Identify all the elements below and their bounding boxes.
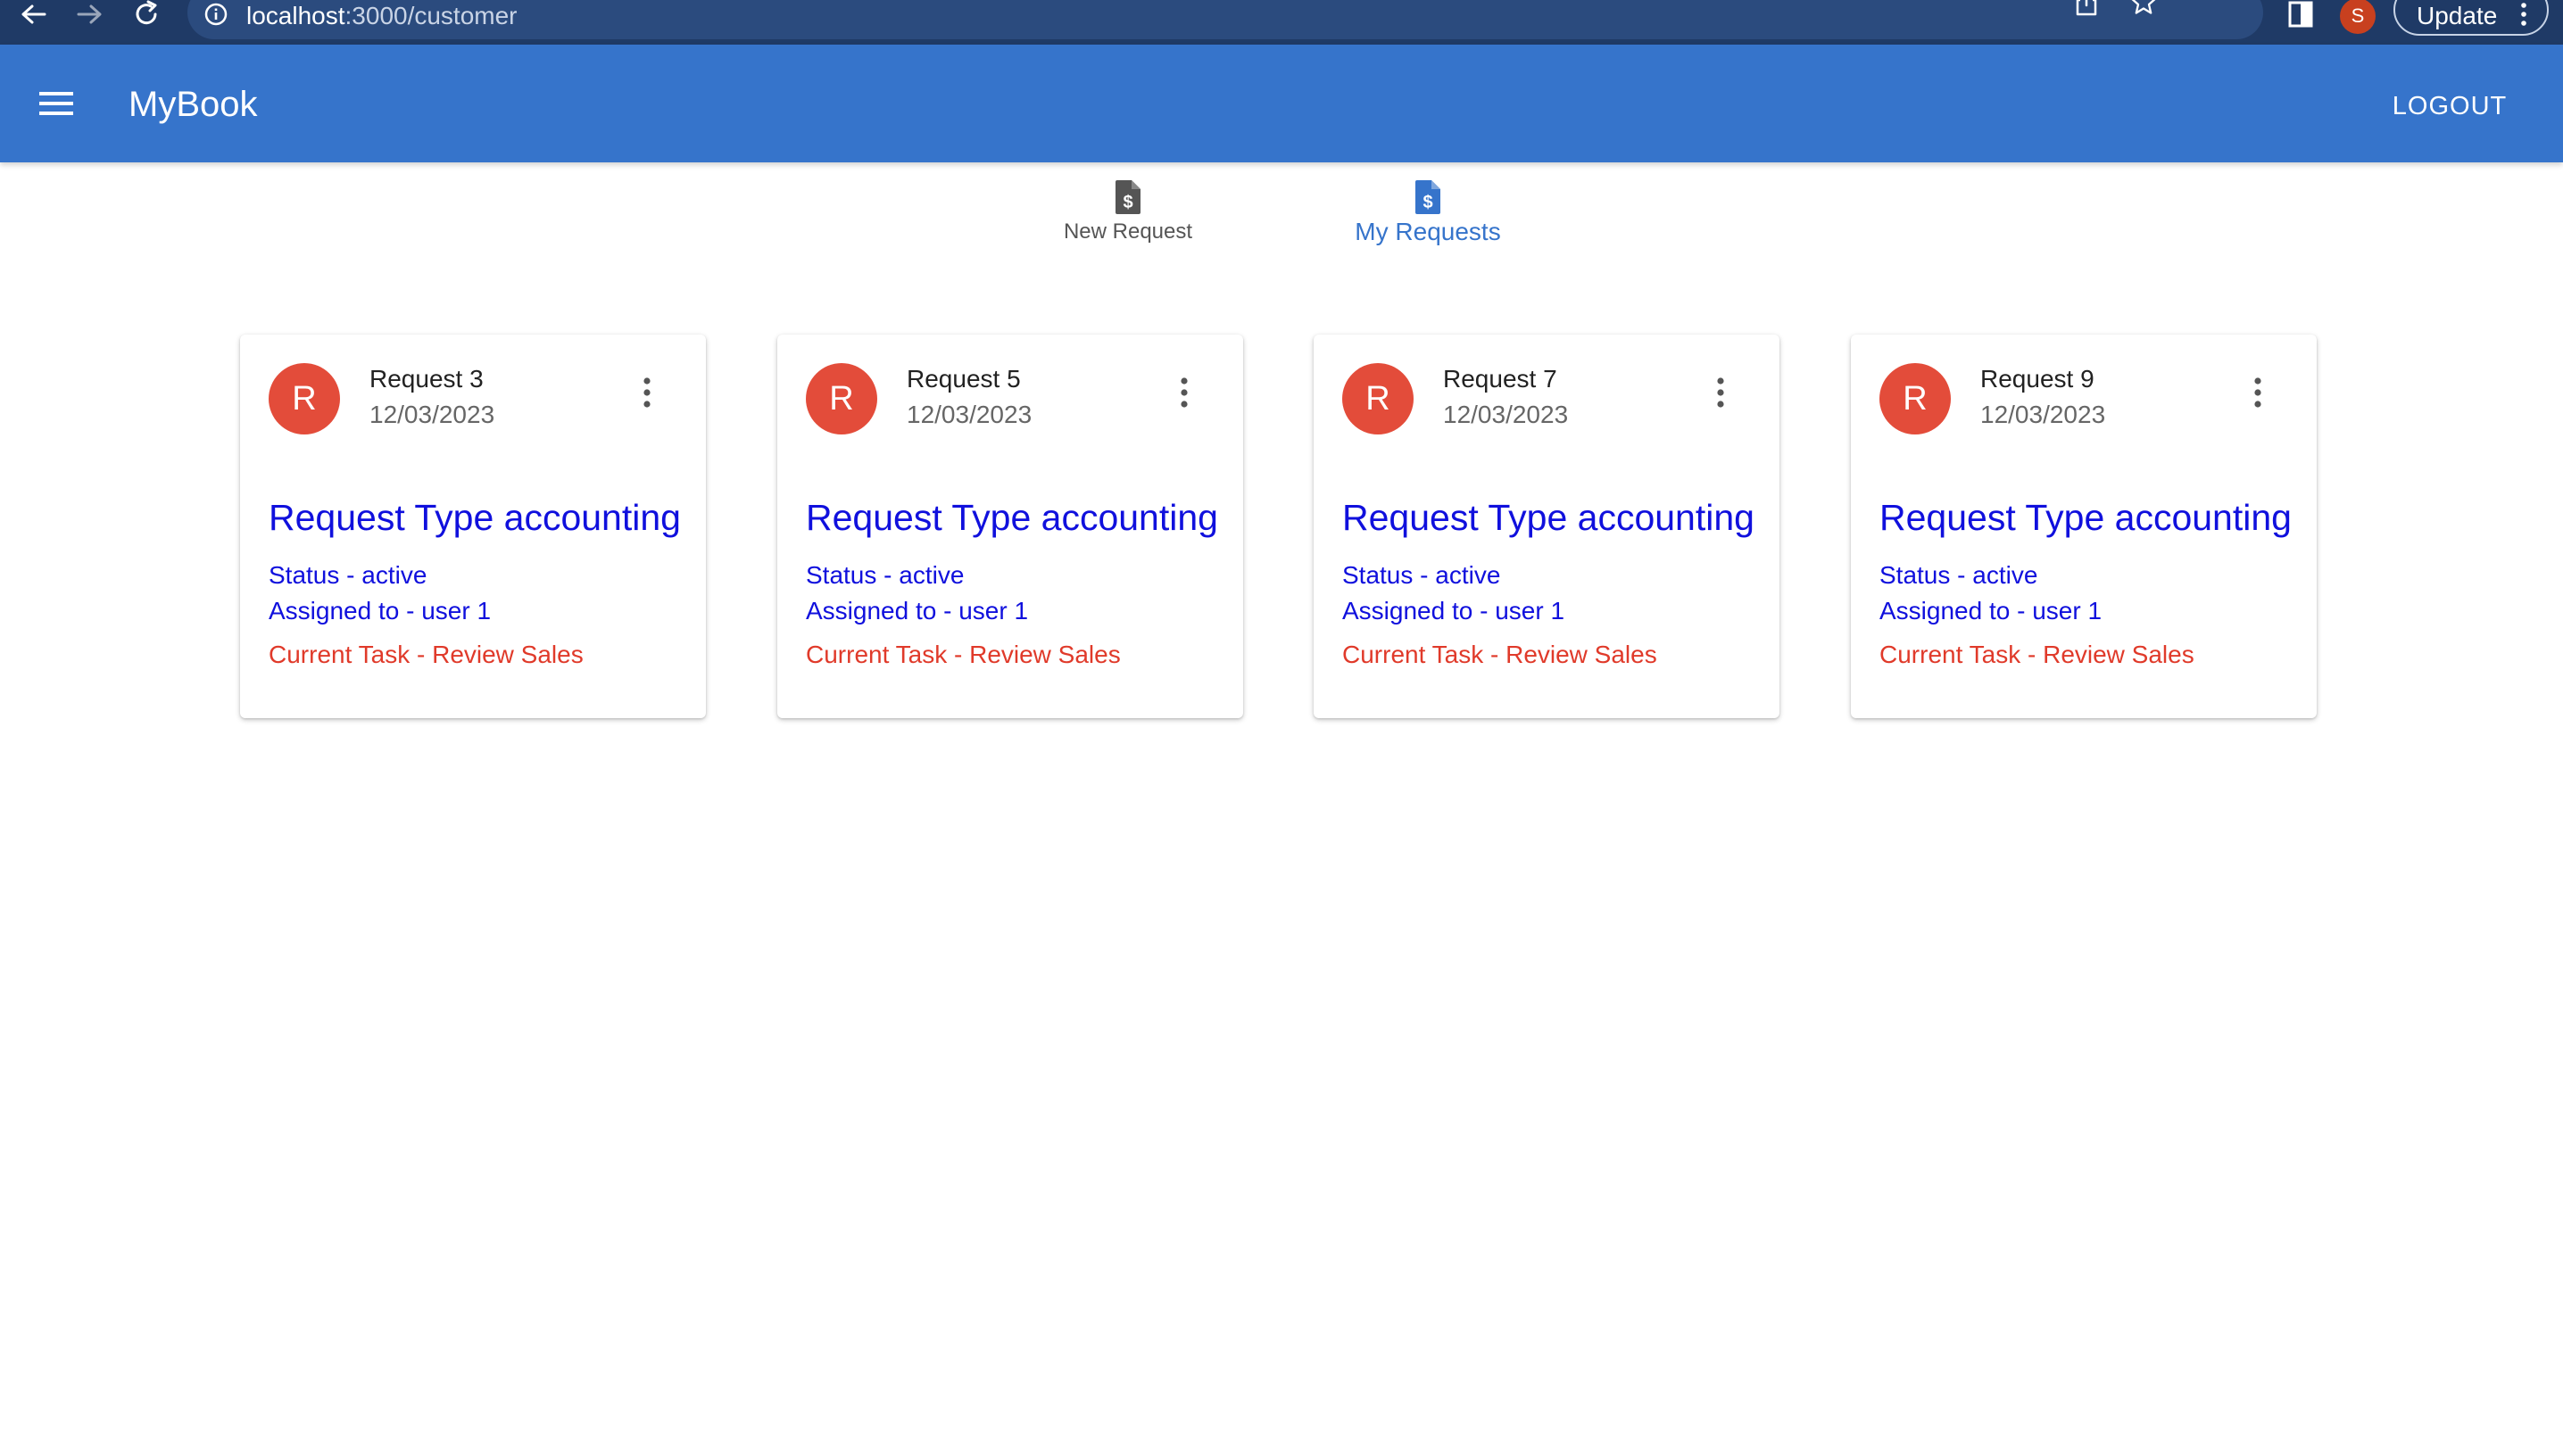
request-card[interactable]: R Request 7 12/03/2023 Request Type acco… xyxy=(1314,335,1779,718)
status-text: Status - active xyxy=(269,561,427,589)
more-vert-icon xyxy=(2521,3,2526,26)
hamburger-menu-icon[interactable] xyxy=(36,86,77,121)
current-task-text: Current Task - Review Sales xyxy=(1342,641,1657,668)
status-text: Status - active xyxy=(806,561,965,589)
update-button[interactable]: Update xyxy=(2393,0,2549,36)
share-icon[interactable] xyxy=(2070,0,2103,18)
reload-icon xyxy=(136,0,157,25)
request-type: Request Type accounting xyxy=(1879,497,2292,538)
more-vert-icon[interactable] xyxy=(642,376,652,410)
request-card[interactable]: R Request 3 12/03/2023 Request Type acco… xyxy=(240,335,706,718)
tab-my-requests[interactable]: $ My Requests xyxy=(1339,178,1517,246)
avatar: R xyxy=(1342,363,1414,434)
update-label: Update xyxy=(2417,2,2498,29)
side-panel-icon[interactable] xyxy=(2283,0,2318,30)
current-task-text: Current Task - Review Sales xyxy=(1879,641,2194,668)
assigned-text: Assigned to - user 1 xyxy=(1879,597,2103,625)
request-card[interactable]: R Request 9 12/03/2023 Request Type acco… xyxy=(1851,335,2317,718)
back-button[interactable] xyxy=(12,0,54,32)
star-icon[interactable] xyxy=(2128,0,2160,18)
url-text[interactable]: localhost:3000/customer xyxy=(246,2,518,30)
tab-new-request-label: New Request xyxy=(1063,219,1193,244)
svg-text:$: $ xyxy=(1123,193,1132,212)
status-text: Status - active xyxy=(1342,561,1501,589)
card-date: 12/03/2023 xyxy=(1443,401,1569,428)
info-icon[interactable] xyxy=(203,2,228,27)
avatar: R xyxy=(806,363,877,434)
url-host: localhost xyxy=(246,2,345,29)
card-title: Request 9 xyxy=(1980,365,2094,393)
card-date: 12/03/2023 xyxy=(369,401,495,428)
profile-avatar[interactable]: S xyxy=(2340,0,2376,34)
card-date: 12/03/2023 xyxy=(907,401,1033,428)
more-vert-icon[interactable] xyxy=(1179,376,1190,410)
assigned-text: Assigned to - user 1 xyxy=(806,597,1029,625)
forward-button[interactable] xyxy=(70,0,111,32)
forward-icon xyxy=(77,4,102,24)
card-title: Request 3 xyxy=(369,365,484,393)
app-bar: MyBook LOGOUT xyxy=(0,45,2563,162)
avatar: R xyxy=(269,363,340,434)
request-doc-icon: $ xyxy=(1116,180,1140,214)
app-title: MyBook xyxy=(129,85,258,124)
request-type: Request Type accounting xyxy=(1342,497,1754,538)
request-type: Request Type accounting xyxy=(269,497,681,538)
status-text: Status - active xyxy=(1879,561,2038,589)
logout-button[interactable]: LOGOUT xyxy=(2374,91,2526,121)
url-path: :3000/customer xyxy=(344,2,518,29)
card-date: 12/03/2023 xyxy=(1980,401,2106,428)
card-title: Request 7 xyxy=(1443,365,1557,393)
more-vert-icon[interactable] xyxy=(1715,376,1726,410)
tab-new-request[interactable]: $ New Request xyxy=(1048,178,1208,244)
current-task-text: Current Task - Review Sales xyxy=(269,641,584,668)
assigned-text: Assigned to - user 1 xyxy=(269,597,492,625)
more-vert-icon[interactable] xyxy=(2252,376,2263,410)
card-title: Request 5 xyxy=(907,365,1021,393)
assigned-text: Assigned to - user 1 xyxy=(1342,597,1565,625)
request-type: Request Type accounting xyxy=(806,497,1218,538)
svg-text:$: $ xyxy=(1423,193,1432,212)
request-card[interactable]: R Request 5 12/03/2023 Request Type acco… xyxy=(777,335,1243,718)
current-task-text: Current Task - Review Sales xyxy=(806,641,1121,668)
tab-my-requests-label: My Requests xyxy=(1355,218,1501,245)
reload-button[interactable] xyxy=(127,0,168,32)
browser-toolbar: localhost:3000/customer S Update xyxy=(0,0,2563,45)
back-icon xyxy=(21,4,46,24)
request-doc-icon: $ xyxy=(1415,180,1440,214)
address-bar[interactable]: localhost:3000/customer xyxy=(187,0,2263,39)
avatar: R xyxy=(1879,363,1951,434)
